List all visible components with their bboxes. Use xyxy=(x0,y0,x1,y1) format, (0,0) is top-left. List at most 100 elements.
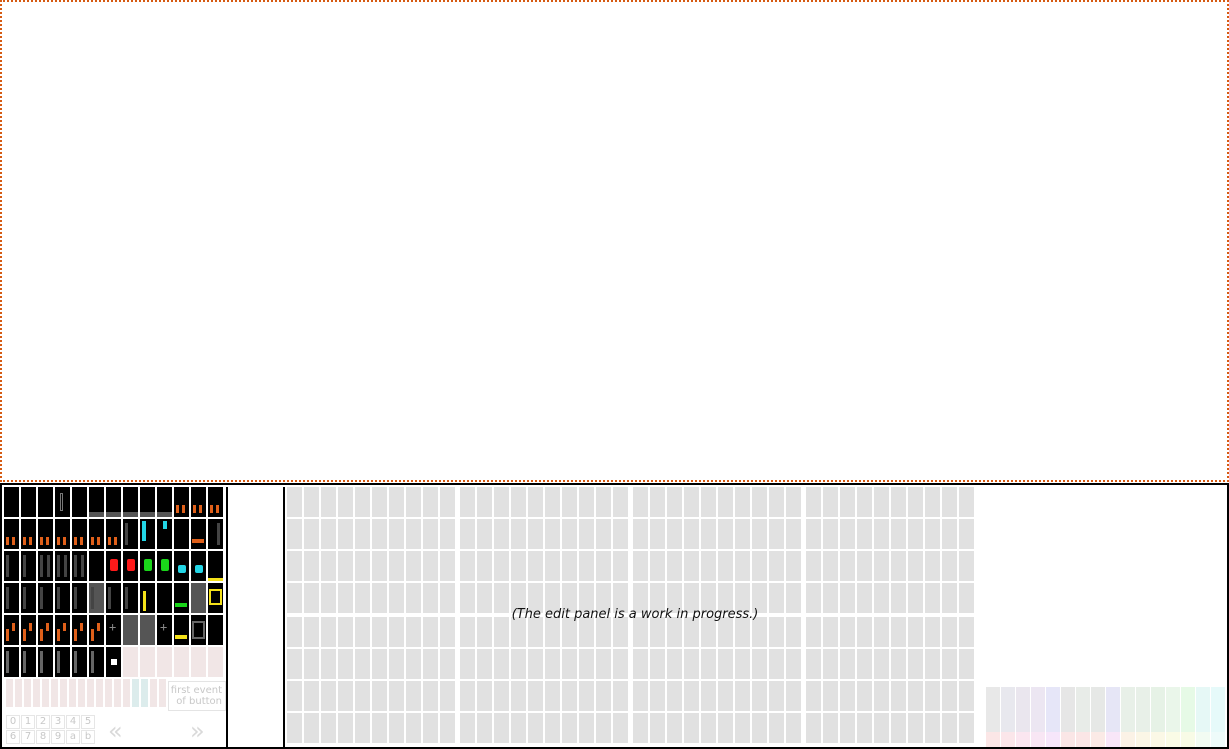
color-swatch[interactable] xyxy=(1136,702,1150,717)
grid-cell[interactable] xyxy=(942,551,957,581)
grid-cell[interactable] xyxy=(684,681,699,711)
grid-cell[interactable] xyxy=(701,681,716,711)
color-swatch[interactable] xyxy=(1181,717,1195,732)
grid-cell[interactable] xyxy=(701,713,716,743)
grid-cell[interactable] xyxy=(372,519,387,549)
palette-tile[interactable] xyxy=(123,647,138,677)
color-swatch[interactable] xyxy=(1091,687,1105,702)
grid-cell[interactable] xyxy=(511,551,526,581)
grid-cell[interactable] xyxy=(372,681,387,711)
grid-cell[interactable] xyxy=(891,551,906,581)
grid-cell[interactable] xyxy=(304,519,319,549)
color-swatch[interactable] xyxy=(1031,702,1045,717)
grid-cell[interactable] xyxy=(908,681,923,711)
palette-tile[interactable] xyxy=(89,487,104,517)
grid-cell[interactable] xyxy=(579,649,594,679)
grid-cell[interactable] xyxy=(925,487,940,517)
grid-cell[interactable] xyxy=(942,681,957,711)
digit-button[interactable]: 7 xyxy=(21,730,35,744)
grid-cell[interactable] xyxy=(528,519,543,549)
grid-cell[interactable] xyxy=(355,681,370,711)
grid-cell[interactable] xyxy=(423,649,438,679)
palette-tile[interactable] xyxy=(208,487,223,517)
palette-tile[interactable] xyxy=(140,647,155,677)
color-swatch[interactable] xyxy=(1016,732,1030,747)
grid-cell[interactable] xyxy=(857,649,872,679)
grid-cell[interactable] xyxy=(718,713,733,743)
digit-button[interactable]: 9 xyxy=(51,730,65,744)
color-swatch[interactable] xyxy=(1196,732,1210,747)
grid-cell[interactable] xyxy=(494,649,509,679)
palette-tile[interactable]: + xyxy=(157,615,172,645)
grid-cell[interactable] xyxy=(460,519,475,549)
grid-cell[interactable] xyxy=(735,681,750,711)
palette-tile[interactable] xyxy=(55,615,70,645)
digit-button[interactable]: 5 xyxy=(81,715,95,729)
grid-cell[interactable] xyxy=(786,713,801,743)
palette-tile[interactable] xyxy=(140,583,155,613)
palette-tile[interactable] xyxy=(55,647,70,677)
palette-tile[interactable] xyxy=(123,519,138,549)
grid-cell[interactable] xyxy=(545,487,560,517)
color-swatch[interactable] xyxy=(986,687,1000,702)
grid-cell[interactable] xyxy=(942,713,957,743)
grid-cell[interactable] xyxy=(959,519,974,549)
color-swatch[interactable] xyxy=(1136,717,1150,732)
grid-cell[interactable] xyxy=(528,713,543,743)
color-swatch[interactable] xyxy=(1181,732,1195,747)
palette-tile[interactable] xyxy=(174,583,189,613)
grid-cell[interactable] xyxy=(477,681,492,711)
grid-cell[interactable] xyxy=(840,649,855,679)
grid-cell[interactable] xyxy=(287,487,302,517)
color-swatch[interactable] xyxy=(1196,702,1210,717)
color-swatch[interactable] xyxy=(1211,702,1225,717)
grid-cell[interactable] xyxy=(440,519,455,549)
grid-cell[interactable] xyxy=(840,487,855,517)
palette-tile[interactable] xyxy=(140,551,155,581)
grid-cell[interactable] xyxy=(372,487,387,517)
color-swatch[interactable] xyxy=(1151,732,1165,747)
grid-cell[interactable] xyxy=(355,487,370,517)
grid-cell[interactable] xyxy=(287,713,302,743)
grid-cell[interactable] xyxy=(562,681,577,711)
color-swatch[interactable] xyxy=(1121,717,1135,732)
grid-cell[interactable] xyxy=(287,519,302,549)
grid-cell[interactable] xyxy=(406,713,421,743)
grid-cell[interactable] xyxy=(545,519,560,549)
color-swatch[interactable] xyxy=(1136,687,1150,702)
grid-cell[interactable] xyxy=(613,713,628,743)
palette-tile[interactable] xyxy=(157,551,172,581)
grid-cell[interactable] xyxy=(786,519,801,549)
color-swatch[interactable] xyxy=(1151,687,1165,702)
grid-cell[interactable] xyxy=(857,713,872,743)
grid-cell[interactable] xyxy=(925,649,940,679)
color-swatch[interactable] xyxy=(1076,717,1090,732)
grid-cell[interactable] xyxy=(596,551,611,581)
grid-cell[interactable] xyxy=(874,551,889,581)
grid-cell[interactable] xyxy=(823,519,838,549)
grid-cell[interactable] xyxy=(477,519,492,549)
grid-cell[interactable] xyxy=(440,551,455,581)
grid-cell[interactable] xyxy=(304,551,319,581)
palette-tile[interactable] xyxy=(72,487,87,517)
palette-tile[interactable] xyxy=(55,519,70,549)
grid-cell[interactable] xyxy=(942,487,957,517)
grid-cell[interactable] xyxy=(511,713,526,743)
double-chevron-right-icon[interactable]: » xyxy=(190,719,222,743)
grid-cell[interactable] xyxy=(579,551,594,581)
palette-tile[interactable] xyxy=(157,487,172,517)
color-swatch[interactable] xyxy=(986,732,1000,747)
grid-cell[interactable] xyxy=(752,519,767,549)
palette-strip[interactable] xyxy=(6,679,167,707)
palette-tile[interactable] xyxy=(89,615,104,645)
grid-cell[interactable] xyxy=(823,487,838,517)
grid-cell[interactable] xyxy=(752,713,767,743)
color-swatch[interactable] xyxy=(1106,687,1120,702)
palette-tile[interactable] xyxy=(89,583,104,613)
palette-tile[interactable] xyxy=(123,487,138,517)
color-swatch[interactable] xyxy=(1001,702,1015,717)
grid-cell[interactable] xyxy=(718,551,733,581)
grid-cell[interactable] xyxy=(874,649,889,679)
color-swatch[interactable] xyxy=(1046,717,1060,732)
grid-cell[interactable] xyxy=(579,487,594,517)
